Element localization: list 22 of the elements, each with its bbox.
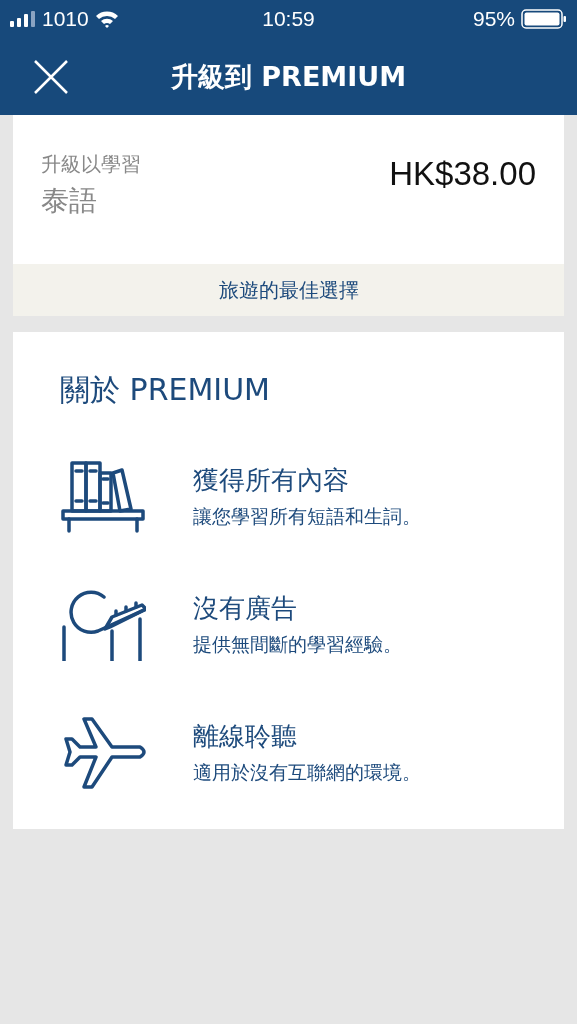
about-heading: 關於 PREMIUM <box>60 371 271 409</box>
price: HK$38.00 <box>389 155 536 193</box>
feature-description: 提供無間斷的學習經驗。 <box>193 631 402 657</box>
battery-percent: 95% <box>472 7 515 31</box>
page-title: 升級到 PREMIUM <box>170 59 407 94</box>
close-button[interactable] <box>34 59 68 94</box>
feature-title: 獲得所有內容 <box>193 463 350 497</box>
wifi-icon <box>94 10 119 28</box>
battery-icon <box>521 9 567 29</box>
offer-label: 升級以學習 <box>41 151 141 178</box>
feature-description: 適用於沒有互聯網的環境。 <box>193 759 421 785</box>
carrier-name: 1010 <box>42 7 89 31</box>
clock-time: 10:59 <box>262 7 315 31</box>
signal-icon <box>10 11 36 27</box>
feature-description: 讓您學習所有短語和生詞。 <box>193 503 421 529</box>
close-icon <box>34 59 68 94</box>
feature-title: 沒有廣告 <box>193 591 298 625</box>
language-name: 泰語 <box>41 183 98 219</box>
offer-card[interactable]: 升級以學習 泰語 HK$38.00 旅遊的最佳選擇 <box>13 115 564 316</box>
bookshelf-icon <box>60 459 146 533</box>
feature-title: 離線聆聽 <box>193 719 298 753</box>
tagline-banner: 旅遊的最佳選擇 <box>13 264 564 316</box>
